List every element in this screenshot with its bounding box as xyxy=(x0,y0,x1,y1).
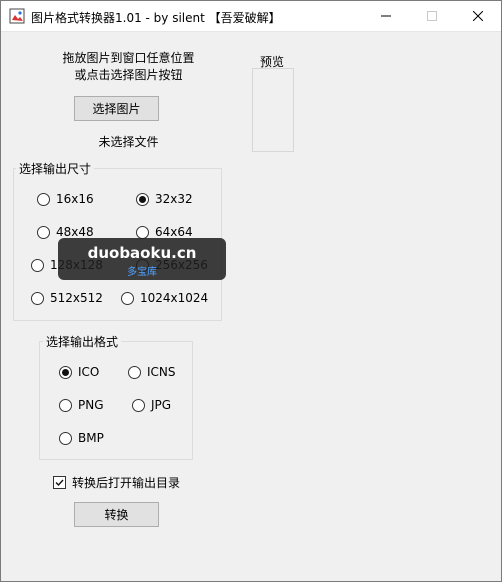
size-32x32-radio[interactable]: 32x32 xyxy=(136,192,193,206)
radio-checked-icon xyxy=(59,365,72,379)
window-title: 图片格式转换器1.01 - by silent 【吾爱破解】 xyxy=(31,11,281,25)
radio-unchecked-icon xyxy=(132,398,145,412)
format-jpg-radio[interactable]: JPG xyxy=(132,398,171,412)
radio-unchecked-icon xyxy=(59,431,72,445)
convert-button[interactable]: 转换 xyxy=(74,502,159,527)
radio-unchecked-icon xyxy=(128,365,141,379)
output-format-title: 选择输出格式 xyxy=(43,333,122,350)
size-1024x1024-radio[interactable]: 1024x1024 xyxy=(121,291,208,305)
app-window: 图片格式转换器1.01 - by silent 【吾爱破解】 拖放图片到窗口任意… xyxy=(0,0,502,582)
size-48x48-radio[interactable]: 48x48 xyxy=(37,225,94,239)
size-64x64-label: 64x64 xyxy=(155,225,193,239)
minimize-button[interactable] xyxy=(363,1,409,31)
radio-unchecked-icon xyxy=(37,225,50,239)
format-png-radio[interactable]: PNG xyxy=(59,398,104,412)
size-16x16-label: 16x16 xyxy=(56,192,94,206)
watermark-text: duobaoku.cn xyxy=(87,244,197,262)
close-icon xyxy=(473,11,483,21)
format-jpg-label: JPG xyxy=(151,398,172,412)
radio-checked-icon xyxy=(136,192,149,206)
format-bmp-label: BMP xyxy=(78,431,104,445)
radio-unchecked-icon xyxy=(121,291,134,305)
instruction-line-1: 拖放图片到窗口任意位置 xyxy=(62,51,195,65)
size-32x32-label: 32x32 xyxy=(155,192,193,206)
radio-unchecked-icon xyxy=(31,291,44,305)
radio-unchecked-icon xyxy=(136,225,149,239)
size-64x64-radio[interactable]: 64x64 xyxy=(136,225,193,239)
radio-unchecked-icon xyxy=(59,398,72,412)
minimize-icon xyxy=(381,15,391,17)
preview-box xyxy=(252,68,294,152)
size-1024x1024-label: 1024x1024 xyxy=(140,291,209,305)
output-size-title: 选择输出尺寸 xyxy=(16,160,95,177)
maximize-icon xyxy=(427,11,437,21)
format-ico-label: ICO xyxy=(78,365,100,379)
close-button[interactable] xyxy=(455,1,501,31)
format-ico-radio[interactable]: ICO xyxy=(59,365,99,379)
watermark-subtext: 多宝库 xyxy=(127,267,157,278)
checkbox-checked-icon xyxy=(53,476,66,489)
format-icns-radio[interactable]: ICNS xyxy=(128,365,176,379)
format-icns-label: ICNS xyxy=(147,365,176,379)
app-icon xyxy=(9,8,25,24)
size-48x48-label: 48x48 xyxy=(56,225,94,239)
instruction-line-2: 或点击选择图片按钮 xyxy=(74,68,183,82)
size-16x16-radio[interactable]: 16x16 xyxy=(37,192,94,206)
format-bmp-radio[interactable]: BMP xyxy=(59,431,104,445)
radio-unchecked-icon xyxy=(37,192,50,206)
watermark-overlay: duobaoku.cn 多宝库 xyxy=(58,238,226,280)
title-bar[interactable]: 图片格式转换器1.01 - by silent 【吾爱破解】 xyxy=(1,1,501,32)
maximize-button[interactable] xyxy=(409,1,455,31)
format-png-label: PNG xyxy=(78,398,104,412)
open-output-dir-label: 转换后打开输出目录 xyxy=(72,476,181,490)
select-image-button[interactable]: 选择图片 xyxy=(74,96,159,121)
size-512x512-radio[interactable]: 512x512 xyxy=(31,291,103,305)
file-status: 未选择文件 xyxy=(98,135,159,149)
radio-unchecked-icon xyxy=(31,258,44,272)
size-512x512-label: 512x512 xyxy=(50,291,103,305)
open-output-dir-checkbox[interactable]: 转换后打开输出目录 xyxy=(53,474,180,491)
